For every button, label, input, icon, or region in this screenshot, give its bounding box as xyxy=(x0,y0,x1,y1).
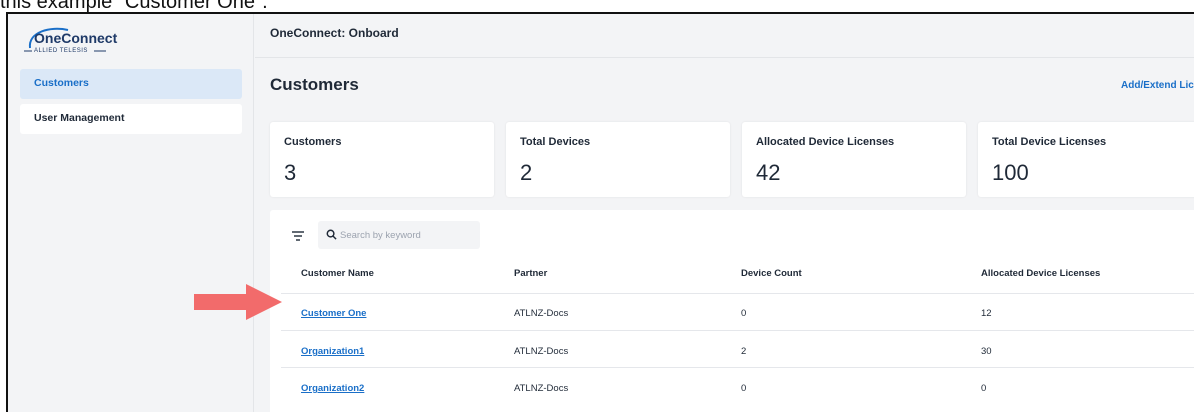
filter-button[interactable] xyxy=(286,224,310,248)
sidebar-item-user-management[interactable]: User Management xyxy=(20,104,242,134)
customer-name-link[interactable]: Customer One xyxy=(301,308,366,319)
caption-text: this example "Customer One". xyxy=(0,0,268,13)
stat-card-label: Customers xyxy=(284,136,342,148)
sidebar-item-label: User Management xyxy=(34,112,125,124)
search-icon xyxy=(326,229,337,240)
sidebar: OneConnect ALLIED TELESIS Customers User… xyxy=(8,14,254,412)
stat-card-allocated-licenses: Allocated Device Licenses 42 xyxy=(742,122,966,197)
sidebar-item-customers[interactable]: Customers xyxy=(20,69,242,99)
stat-card-customers: Customers 3 xyxy=(270,122,494,197)
stat-card-total-devices: Total Devices 2 xyxy=(506,122,730,197)
stat-card-value: 42 xyxy=(756,160,781,185)
stat-card-value: 2 xyxy=(520,160,533,185)
device-count-cell: 0 xyxy=(741,383,747,394)
table-divider xyxy=(281,293,1194,294)
partner-cell: ATLNZ-Docs xyxy=(514,308,569,319)
stat-card-label: Total Devices xyxy=(520,136,591,148)
allocated-licenses-cell: 12 xyxy=(981,308,992,319)
customers-table-panel: Customer Name Partner Device Count Alloc… xyxy=(270,210,1194,412)
stat-card-total-licenses: Total Device Licenses 100 xyxy=(978,122,1194,197)
device-count-cell: 0 xyxy=(741,308,747,319)
allocated-licenses-cell: 0 xyxy=(981,383,987,394)
device-count-cell: 2 xyxy=(741,346,747,357)
stat-card-value: 100 xyxy=(992,160,1029,185)
filter-icon xyxy=(292,231,304,241)
customer-name-link[interactable]: Organization1 xyxy=(301,346,364,357)
sidebar-item-label: Customers xyxy=(34,77,89,89)
customer-name-link[interactable]: Organization2 xyxy=(301,383,364,394)
logo-subtitle: ALLIED TELESIS xyxy=(34,48,88,54)
column-header-partner[interactable]: Partner xyxy=(514,268,547,279)
logo-text: OneConnect xyxy=(34,30,118,46)
stat-card-label: Total Device Licenses xyxy=(992,136,1107,148)
search-input[interactable] xyxy=(340,227,474,243)
page-title: Customers xyxy=(270,75,359,94)
column-header-allocated-licenses[interactable]: Allocated Device Licenses xyxy=(981,268,1100,279)
add-extend-license-link[interactable]: Add/Extend Lice xyxy=(1121,80,1194,91)
column-header-customer-name[interactable]: Customer Name xyxy=(301,268,374,279)
app-window: OneConnect ALLIED TELESIS Customers User… xyxy=(6,12,1194,412)
column-header-device-count[interactable]: Device Count xyxy=(741,268,802,279)
main-content: OneConnect: Onboard Customers Add/Extend… xyxy=(255,14,1194,412)
partner-cell: ATLNZ-Docs xyxy=(514,346,569,357)
search-box xyxy=(318,221,480,249)
stat-card-value: 3 xyxy=(284,160,297,185)
table-divider xyxy=(281,330,1194,331)
topbar-title: OneConnect: Onboard xyxy=(270,26,399,40)
arrow-right-icon xyxy=(194,284,282,320)
table-divider xyxy=(281,367,1194,368)
logo: OneConnect ALLIED TELESIS xyxy=(20,24,140,60)
allocated-licenses-cell: 30 xyxy=(981,346,992,357)
stat-card-label: Allocated Device Licenses xyxy=(756,136,895,148)
partner-cell: ATLNZ-Docs xyxy=(514,383,569,394)
topbar: OneConnect: Onboard xyxy=(255,14,1194,58)
